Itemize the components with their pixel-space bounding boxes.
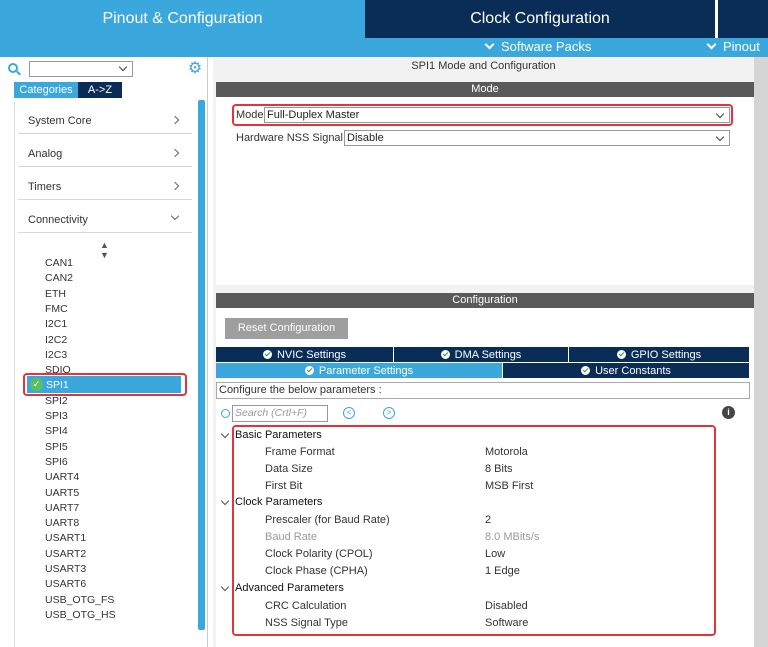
peripheral-item-i2c2[interactable]: I2C2 — [45, 333, 67, 348]
category-label: System Core — [28, 114, 92, 127]
chevron-down-icon — [484, 39, 495, 50]
category-label: Analog — [28, 147, 63, 160]
search-combo[interactable] — [29, 61, 133, 77]
peripheral-item-uart4[interactable]: UART4 — [45, 470, 79, 485]
peripheral-item-i2c3[interactable]: I2C3 — [45, 348, 67, 363]
parameters-highlight-box — [232, 425, 716, 636]
peripheral-item-usart2[interactable]: USART2 — [45, 547, 86, 562]
sub-toolbar: Software Packs Pinout — [0, 38, 768, 57]
tab-label: Clock Configuration — [470, 10, 610, 27]
mode-header: Mode — [216, 82, 754, 97]
peripheral-item-spi4[interactable]: SPI4 — [45, 424, 68, 439]
software-packs-menu[interactable]: Software Packs — [484, 39, 592, 54]
peripheral-item-can1[interactable]: CAN1 — [45, 256, 73, 271]
category-label: Connectivity — [28, 213, 88, 226]
peripheral-item-can2[interactable]: CAN2 — [45, 271, 73, 286]
software-packs-label: Software Packs — [501, 39, 592, 54]
tab-label: Pinout & Configuration — [102, 10, 263, 27]
chevron-down-icon — [715, 132, 725, 142]
category-label: Timers — [28, 180, 62, 193]
peripheral-item-spi5[interactable]: SPI5 — [45, 440, 68, 455]
right-scrollbar[interactable] — [754, 57, 768, 647]
parameter-search-input[interactable]: Search (Crtl+F) — [232, 405, 328, 422]
chevron-right-icon — [170, 181, 180, 191]
configuration-header: Configuration — [216, 293, 754, 308]
peripheral-item-i2c1[interactable]: I2C1 — [45, 317, 67, 332]
nss-label: Hardware NSS Signal — [236, 132, 343, 144]
search-icon — [221, 409, 230, 418]
check-icon — [581, 366, 591, 375]
category-connectivity[interactable]: Connectivity — [18, 207, 192, 233]
chevron-down-icon — [170, 211, 180, 221]
search-icon — [8, 63, 18, 73]
chevron-down-icon — [706, 39, 717, 50]
pinout-menu[interactable]: Pinout — [706, 39, 760, 54]
info-icon[interactable]: i — [722, 406, 735, 419]
configure-hint: Configure the below parameters : — [216, 382, 750, 399]
nss-value: Disable — [347, 132, 384, 144]
peripheral-item-spi3[interactable]: SPI3 — [45, 409, 68, 424]
nss-select[interactable]: Disable — [344, 130, 730, 146]
check-icon — [440, 350, 450, 359]
sort-icon[interactable]: ▲ ▼ — [100, 240, 109, 260]
tab-clock-configuration[interactable]: Clock Configuration — [365, 0, 715, 38]
mode-title: SPI1 Mode and Configuration — [411, 60, 556, 72]
category-analog[interactable]: Analog — [18, 141, 192, 167]
peripheral-item-usart6[interactable]: USART6 — [45, 577, 86, 592]
tab-label: User Constants — [595, 364, 671, 377]
peripheral-item-spi6[interactable]: SPI6 — [45, 455, 68, 470]
a-z-button[interactable]: A->Z — [78, 82, 122, 98]
peripheral-item-usb-otg-fs[interactable]: USB_OTG_FS — [45, 593, 114, 608]
previous-icon[interactable]: < — [343, 407, 355, 419]
check-icon — [262, 350, 272, 359]
chevron-right-icon — [170, 148, 180, 158]
left-scrollbar[interactable] — [198, 100, 205, 630]
next-icon[interactable]: > — [383, 407, 395, 419]
tab-gpio-settings[interactable]: GPIO Settings — [569, 347, 750, 362]
tab-label: GPIO Settings — [630, 348, 702, 361]
peripheral-item-eth[interactable]: ETH — [45, 287, 66, 302]
tab-dma-settings[interactable]: DMA Settings — [394, 347, 569, 362]
tab-nvic-settings[interactable]: NVIC Settings — [216, 347, 394, 362]
category-system-core[interactable]: System Core — [18, 108, 192, 134]
check-icon — [304, 366, 314, 375]
check-icon — [616, 350, 626, 359]
reset-configuration-button[interactable]: Reset Configuration — [225, 318, 348, 339]
spi1-highlight-box — [23, 373, 187, 396]
category-timers[interactable]: Timers — [18, 174, 192, 200]
peripheral-item-usb-otg-hs[interactable]: USB_OTG_HS — [45, 608, 116, 623]
tab-label: Parameter Settings — [318, 364, 414, 377]
tab-parameter-settings[interactable]: Parameter Settings — [216, 363, 503, 378]
tab-pinout-configuration[interactable]: Pinout & Configuration — [0, 0, 365, 38]
tab-label: DMA Settings — [454, 348, 522, 361]
peripheral-item-usart3[interactable]: USART3 — [45, 562, 86, 577]
gear-icon[interactable]: ⚙ — [187, 61, 203, 77]
chevron-down-icon — [118, 62, 128, 72]
peripheral-item-uart7[interactable]: UART7 — [45, 501, 79, 516]
peripheral-item-usart1[interactable]: USART1 — [45, 531, 86, 546]
peripheral-item-uart5[interactable]: UART5 — [45, 486, 79, 501]
tab-more[interactable] — [716, 0, 768, 38]
pinout-label: Pinout — [723, 39, 760, 54]
chevron-right-icon — [170, 115, 180, 125]
tab-user-constants[interactable]: User Constants — [503, 363, 750, 378]
peripheral-item-fmc[interactable]: FMC — [45, 302, 68, 317]
categories-button[interactable]: Categories — [14, 82, 78, 98]
mode-highlight-box — [232, 104, 733, 126]
peripheral-item-uart8[interactable]: UART8 — [45, 516, 79, 531]
tab-label: NVIC Settings — [276, 348, 347, 361]
